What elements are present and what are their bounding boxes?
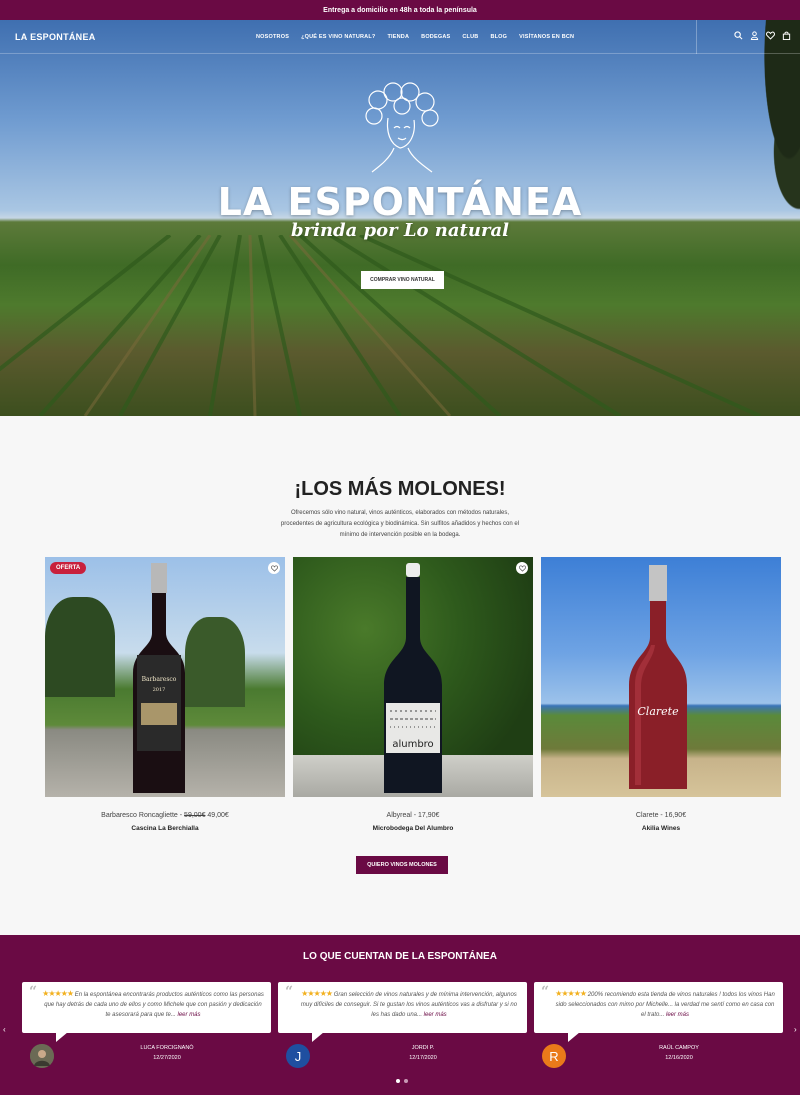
menu-item-bodegas[interactable]: BODEGAS [421, 34, 450, 40]
product-producer[interactable]: Cascina La Berchialla [45, 825, 285, 832]
wine-bottle: alumbro [384, 563, 442, 793]
product-card[interactable]: Barbaresco 2017 OFERTA Barbaresco Roncag… [45, 557, 285, 832]
announcement-text: Entrega a domicilio en 48h a toda la pen… [323, 6, 477, 14]
bottle-label-text: Barbaresco [142, 676, 177, 683]
review-author: JORDI P. [411, 1045, 435, 1051]
product-title: Barbaresco Roncagliette - [101, 812, 185, 819]
avatar: R [542, 1044, 566, 1068]
review-card: “ ★★★★★ Gran selección de vinos naturale… [278, 982, 527, 1042]
menu-item-que-es-vino-natural[interactable]: ¿QUÉ ES VINO NATURAL? [301, 34, 375, 40]
bag-icon[interactable] [782, 31, 791, 40]
review-text: ★★★★★ En la espontánea encontrarás produ… [42, 989, 264, 1020]
product-info: Albyreal - 17,90€ Microbodega Del Alumbr… [293, 812, 533, 832]
product-old-price: 59,00€ [184, 812, 206, 819]
bottle-label-text: alumbro [392, 739, 433, 750]
next-arrow[interactable]: › [794, 1025, 797, 1034]
review-card: “ ★★★★★ 200% recomiendo esta tienda de v… [534, 982, 783, 1042]
sale-badge: OFERTA [50, 562, 87, 574]
product-image[interactable]: alumbro [293, 557, 533, 797]
hero-banner: LA ESPONTÁNEA NOSOTROS ¿QUÉ ES VINO NATU… [0, 20, 800, 416]
review-date: 12/17/2020 [409, 1055, 437, 1061]
speech-tail [56, 1032, 68, 1042]
read-more-link[interactable]: leer más [666, 1012, 689, 1018]
menu-item-club[interactable]: CLUB [462, 34, 478, 40]
review-date: 12/27/2020 [153, 1055, 181, 1061]
carousel-dots [396, 1079, 408, 1083]
heart-icon[interactable] [766, 31, 775, 40]
heart-icon [518, 564, 526, 572]
review-body: Gran selección de vinos naturales y de m… [300, 992, 518, 1018]
star-rating: ★★★★★ [42, 989, 74, 998]
hero-brand: LA ESPONTÁNEA [217, 180, 583, 224]
product-name[interactable]: Barbaresco Roncagliette - 59,00€ 49,00€ [45, 812, 285, 819]
search-icon[interactable] [734, 31, 743, 40]
main-menu: NOSOTROS ¿QUÉ ES VINO NATURAL? TIENDA BO… [256, 34, 574, 40]
goddess-emblem [365, 82, 439, 173]
product-image[interactable]: Clarete [541, 557, 781, 797]
product-name[interactable]: Clarete - 16,90€ [541, 812, 781, 819]
review-text: ★★★★★ 200% recomiendo esta tienda de vin… [554, 989, 776, 1020]
menu-item-nosotros[interactable]: NOSOTROS [256, 34, 289, 40]
menu-item-blog[interactable]: BLOG [490, 34, 507, 40]
avatar [30, 1044, 54, 1068]
review-date: 12/16/2020 [665, 1055, 693, 1061]
prev-arrow[interactable]: ‹ [3, 1025, 6, 1034]
menu-item-tienda[interactable]: TIENDA [387, 34, 409, 40]
tree-shape [185, 617, 245, 707]
product-producer[interactable]: Akilia Wines [541, 825, 781, 832]
heart-icon [270, 564, 278, 572]
site-logo[interactable]: LA ESPONTÁNEA [15, 32, 96, 42]
vineyard-rows [0, 235, 761, 416]
user-icon[interactable] [750, 31, 759, 40]
product-info: Barbaresco Roncagliette - 59,00€ 49,00€ … [45, 812, 285, 832]
review-author: RAÜL CAMPOY [659, 1045, 699, 1051]
nav-divider [696, 20, 697, 54]
shop-natural-wine-button[interactable]: COMPRAR VINO NATURAL [361, 271, 444, 289]
speech-tail [568, 1032, 580, 1042]
product-card[interactable]: alumbro Albyreal - 17,90€ Microbodega De… [293, 557, 533, 832]
tree-shape [45, 597, 115, 697]
product-info: Clarete - 16,90€ Akilia Wines [541, 812, 781, 832]
read-more-link[interactable]: leer más [424, 1012, 447, 1018]
announcement-bar: Entrega a domicilio en 48h a toda la pen… [0, 0, 800, 20]
bottle-label-text: Clarete [637, 705, 679, 718]
nav-icons [734, 31, 791, 40]
review-card: “ ★★★★★ En la espontánea encontrarás pro… [22, 982, 271, 1042]
avatar-photo [30, 1044, 54, 1068]
hero-tagline: brinda por Lo natural [291, 220, 509, 241]
wishlist-button[interactable] [268, 562, 280, 574]
avatar: J [286, 1044, 310, 1068]
star-rating: ★★★★★ [555, 989, 587, 998]
top-nav: LA ESPONTÁNEA NOSOTROS ¿QUÉ ES VINO NATU… [0, 20, 800, 54]
star-rating: ★★★★★ [301, 989, 333, 998]
reviews-section: LO QUE CUENTAN DE LA ESPONTÁNEA ‹ › “ ★★… [0, 935, 800, 1095]
bottle-label-year: 2017 [153, 687, 166, 693]
carousel-dot[interactable] [396, 1079, 400, 1083]
product-image[interactable]: Barbaresco 2017 OFERTA [45, 557, 285, 797]
menu-item-visitanos[interactable]: VISÍTANOS EN BCN [519, 34, 574, 40]
quote-icon: “ [541, 984, 550, 1000]
quote-icon: “ [285, 984, 294, 1000]
speech-tail [312, 1032, 324, 1042]
carousel-dot[interactable] [404, 1079, 408, 1083]
featured-description: Ofrecemos sólo vino natural, vinos autén… [280, 510, 520, 538]
wine-bottle: Clarete [629, 565, 687, 789]
quote-icon: “ [29, 984, 38, 1000]
featured-title: ¡LOS MÁS MOLONES! [294, 478, 506, 500]
reviews-title: LO QUE CUENTAN DE LA ESPONTÁNEA [303, 951, 497, 962]
review-author: LUCA FORCIGNANÒ [140, 1045, 194, 1051]
wishlist-button[interactable] [516, 562, 528, 574]
wine-bottle: Barbaresco 2017 [133, 563, 185, 793]
product-producer[interactable]: Microbodega Del Alumbro [293, 825, 533, 832]
review-body: En la espontánea encontrarás productos a… [44, 992, 264, 1018]
review-text: ★★★★★ Gran selección de vinos naturales … [298, 989, 520, 1020]
read-more-link[interactable]: leer más [178, 1012, 201, 1018]
see-more-wines-button[interactable]: QUIERO VINOS MOLONES [356, 856, 448, 874]
product-card[interactable]: Clarete Clarete - 16,90€ Akilia Wines [541, 557, 781, 832]
product-name[interactable]: Albyreal - 17,90€ [293, 812, 533, 819]
product-price: 49,00€ [205, 812, 229, 819]
